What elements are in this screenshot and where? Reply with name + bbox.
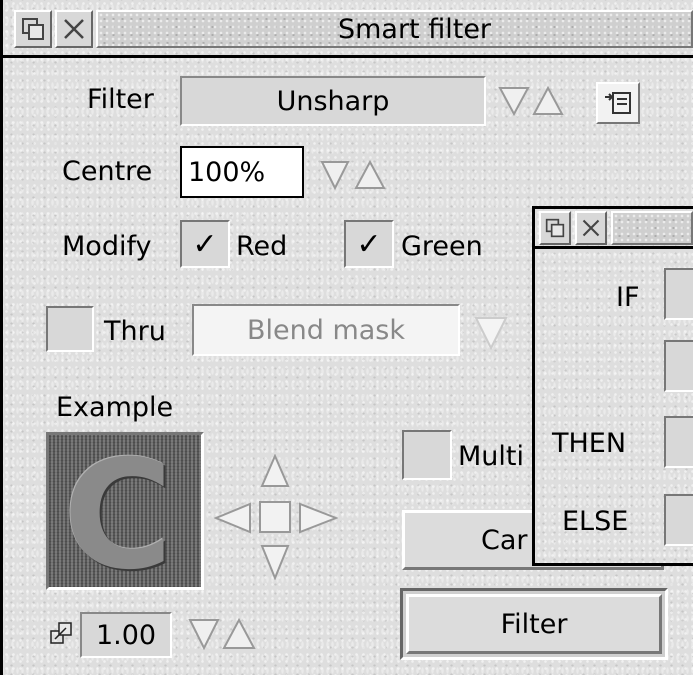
title-drag-bar[interactable]: Smart filter xyxy=(96,10,693,48)
preview-letter: C xyxy=(63,432,174,590)
filter-display: Unsharp xyxy=(180,76,486,126)
pan-up-arrow-icon[interactable] xyxy=(260,453,290,488)
blend-mask-display: Blend mask xyxy=(192,304,460,356)
example-label: Example xyxy=(56,392,174,423)
if-field-2[interactable] xyxy=(664,340,693,392)
scale-decrement-arrow-icon[interactable] xyxy=(188,618,220,651)
green-label: Green xyxy=(401,231,483,262)
back-icon[interactable] xyxy=(14,10,52,48)
else-field[interactable] xyxy=(664,494,693,546)
green-check-mark-icon: ✓ xyxy=(356,226,382,262)
filter-increment-arrow-icon[interactable] xyxy=(532,85,564,116)
scale-increment-arrow-icon[interactable] xyxy=(222,617,256,650)
filter-button[interactable]: Filter xyxy=(406,594,662,654)
centre-input[interactable]: 100% xyxy=(180,146,304,198)
condition-title-drag-bar[interactable] xyxy=(611,211,693,245)
pan-right-arrow-icon[interactable] xyxy=(298,502,339,534)
pan-down-arrow-icon[interactable] xyxy=(260,544,290,581)
filter-options-icon[interactable] xyxy=(596,82,640,124)
centre-increment-arrow-icon[interactable] xyxy=(354,159,386,190)
scale-icon xyxy=(50,622,72,644)
multi-checkbox[interactable] xyxy=(402,430,452,480)
condition-back-icon[interactable] xyxy=(539,211,571,245)
scale-display: 1.00 xyxy=(80,612,172,658)
window-title: Smart filter xyxy=(337,13,492,45)
condition-close-icon[interactable] xyxy=(575,211,607,245)
pan-centre-icon[interactable] xyxy=(258,500,292,534)
cancel-button-label: Car xyxy=(481,524,528,556)
example-preview-image: C xyxy=(46,432,204,590)
modify-label: Modify xyxy=(62,231,152,262)
thru-label: Thru xyxy=(104,316,166,347)
filter-decrement-arrow-icon[interactable] xyxy=(498,86,530,117)
title-bar: Smart filter xyxy=(0,0,693,58)
if-field-1[interactable] xyxy=(664,268,693,320)
condition-window-title-bar xyxy=(535,209,693,249)
pan-left-arrow-icon[interactable] xyxy=(213,502,252,534)
filter-label: Filter xyxy=(87,84,154,115)
thru-decrement-arrow-icon[interactable] xyxy=(474,316,508,351)
green-checkbox[interactable]: ✓ xyxy=(344,220,394,268)
centre-label: Centre xyxy=(62,156,153,187)
red-label: Red xyxy=(236,231,288,262)
then-label: THEN xyxy=(552,428,627,459)
multi-label: Multi xyxy=(458,441,524,472)
if-label: IF xyxy=(616,282,640,313)
close-icon[interactable] xyxy=(55,10,93,48)
centre-decrement-arrow-icon[interactable] xyxy=(320,160,350,191)
then-field[interactable] xyxy=(664,416,693,468)
red-check-mark-icon: ✓ xyxy=(192,226,218,262)
red-checkbox[interactable]: ✓ xyxy=(180,220,230,268)
thru-checkbox[interactable] xyxy=(46,306,94,352)
else-label: ELSE xyxy=(562,506,629,537)
filter-button-label: Filter xyxy=(500,608,568,640)
